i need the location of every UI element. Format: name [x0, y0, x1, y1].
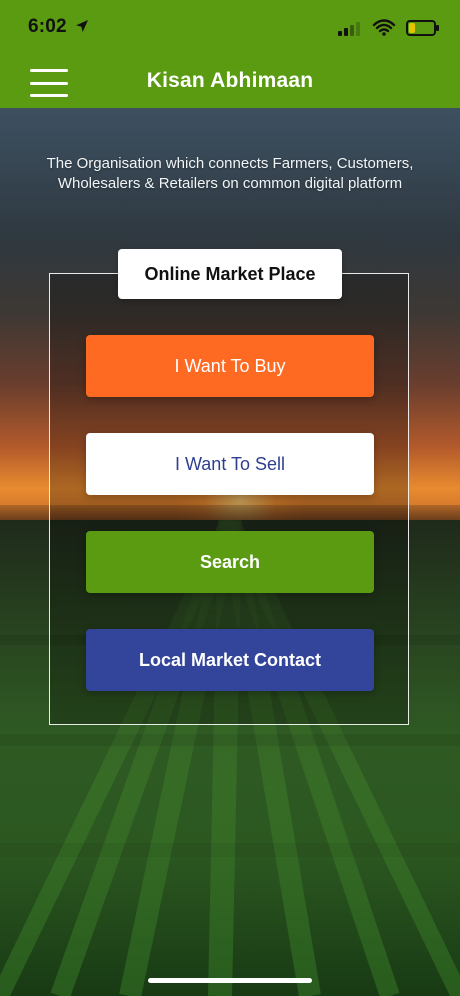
location-arrow-icon: [76, 20, 88, 32]
market-title: Online Market Place: [118, 249, 342, 299]
app-bar: Kisan Abhimaan: [0, 58, 460, 108]
status-time: 6:02: [28, 16, 67, 37]
buy-button[interactable]: I Want To Buy: [86, 335, 374, 397]
home-indicator: [148, 978, 312, 983]
hamburger-menu-icon: [30, 94, 68, 97]
status-icons: [338, 16, 440, 40]
app-title: Kisan Abhimaan: [146, 69, 314, 92]
status-bar: 6:02: [0, 0, 460, 58]
main-content: The Organisation which connects Farmers,…: [0, 108, 460, 996]
wifi-icon: [372, 19, 396, 36]
battery-low-icon: [406, 20, 439, 36]
sell-button[interactable]: I Want To Sell: [86, 433, 374, 495]
cellular-signal-icon: [338, 22, 360, 36]
search-button[interactable]: Search: [86, 531, 374, 593]
intro-text: The Organisation which connects Farmers,…: [46, 155, 414, 192]
app-screen: 6:02 Kisan Abhimaan The Organisation whi…: [0, 0, 460, 996]
local-market-contact-button[interactable]: Local Market Contact: [86, 629, 374, 691]
